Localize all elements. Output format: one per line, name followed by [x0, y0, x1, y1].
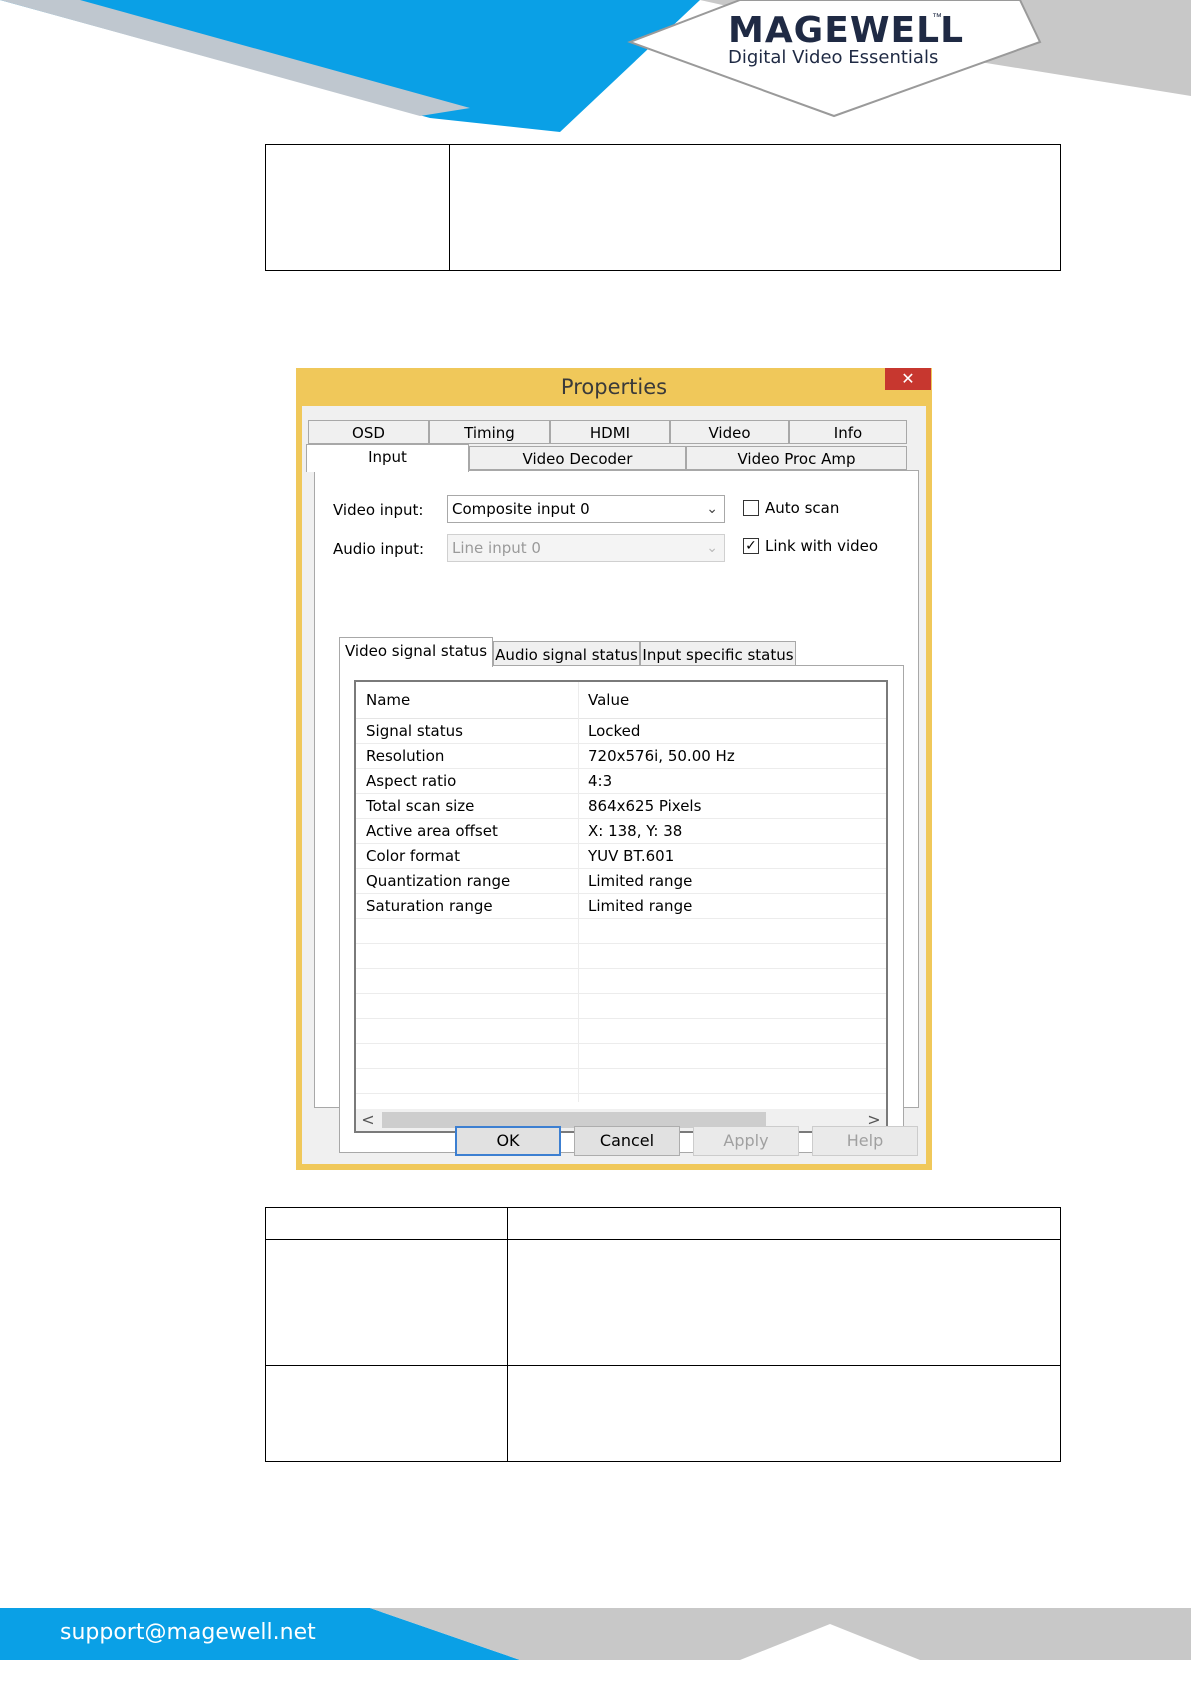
- signal-status-list[interactable]: Name Value Signal status Locked Resoluti…: [354, 680, 888, 1133]
- input-tab-panel: Video input: Composite input 0 ⌄ Audio i…: [314, 470, 919, 1153]
- table-cell: [507, 1207, 1061, 1240]
- video-input-label: Video input:: [333, 501, 424, 519]
- tab-video-decoder[interactable]: Video Decoder: [469, 446, 686, 470]
- column-header-name[interactable]: Name: [356, 682, 576, 718]
- table-row[interactable]: Resolution 720x576i, 50.00 Hz: [356, 744, 886, 769]
- audio-input-label: Audio input:: [333, 540, 425, 558]
- row-name: Total scan size: [366, 797, 475, 815]
- cancel-button[interactable]: Cancel: [574, 1126, 680, 1156]
- link-with-video-label: Link with video: [765, 537, 879, 555]
- row-name: Color format: [366, 847, 460, 865]
- brand-tagline: Digital Video Essentials: [728, 47, 939, 68]
- row-value: 720x576i, 50.00 Hz: [588, 747, 735, 765]
- properties-dialog: Properties ✕ OSD Timing HDMI Video Info …: [296, 368, 932, 1170]
- tab-info[interactable]: Info: [789, 420, 907, 444]
- empty-row: [356, 944, 886, 969]
- doc-table-bottom: [265, 1207, 1061, 1462]
- row-value: 4:3: [588, 772, 613, 790]
- link-with-video-checkbox[interactable]: ✓: [743, 538, 759, 554]
- support-email[interactable]: support@magewell.net: [60, 1620, 316, 1645]
- table-cell: [265, 1365, 508, 1462]
- brand-trademark: ™: [932, 12, 942, 23]
- apply-button: Apply: [693, 1126, 799, 1156]
- tab-video[interactable]: Video: [670, 420, 789, 444]
- tab-input-specific-status[interactable]: Input specific status: [640, 641, 796, 667]
- audio-input-value: Line input 0: [452, 539, 541, 557]
- table-row[interactable]: Color format YUV BT.601: [356, 844, 886, 869]
- list-header: Name Value: [356, 682, 886, 719]
- tab-timing[interactable]: Timing: [429, 420, 550, 444]
- tab-input[interactable]: Input: [306, 444, 469, 472]
- row-value: YUV BT.601: [588, 847, 675, 865]
- tab-video-signal-status[interactable]: Video signal status: [339, 637, 493, 667]
- table-row[interactable]: Signal status Locked: [356, 719, 886, 744]
- scroll-left-icon[interactable]: <: [358, 1109, 378, 1131]
- checkmark-icon: ✓: [745, 538, 757, 554]
- row-value: 864x625 Pixels: [588, 797, 702, 815]
- table-cell: [265, 1207, 508, 1240]
- row-name: Active area offset: [366, 822, 498, 840]
- doc-table-top: [265, 144, 1061, 271]
- auto-scan-label: Auto scan: [765, 499, 840, 517]
- tab-audio-signal-status[interactable]: Audio signal status: [493, 641, 640, 667]
- table-cell: [449, 144, 1061, 271]
- row-name: Saturation range: [366, 897, 493, 915]
- ok-button[interactable]: OK: [455, 1126, 561, 1156]
- help-button: Help: [812, 1126, 918, 1156]
- dialog-client-area: OSD Timing HDMI Video Info Input Video D…: [302, 406, 926, 1164]
- audio-input-select: Line input 0 ⌄: [447, 534, 725, 562]
- empty-row: [356, 994, 886, 1019]
- table-row[interactable]: Saturation range Limited range: [356, 894, 886, 919]
- row-name: Aspect ratio: [366, 772, 457, 790]
- header-banner: [0, 0, 1191, 132]
- close-icon: ✕: [901, 369, 915, 388]
- empty-row: [356, 1044, 886, 1069]
- video-input-select[interactable]: Composite input 0 ⌄: [447, 495, 725, 523]
- table-cell: [265, 1239, 508, 1366]
- tab-osd[interactable]: OSD: [308, 420, 429, 444]
- tab-video-proc-amp[interactable]: Video Proc Amp: [686, 446, 907, 470]
- empty-row: [356, 969, 886, 994]
- row-name: Signal status: [366, 722, 463, 740]
- row-value: X: 138, Y: 38: [588, 822, 683, 840]
- chevron-down-icon: ⌄: [706, 501, 718, 517]
- table-row[interactable]: Aspect ratio 4:3: [356, 769, 886, 794]
- close-button[interactable]: ✕: [885, 368, 931, 390]
- empty-row: [356, 1019, 886, 1044]
- row-value: Limited range: [588, 897, 693, 915]
- table-cell: [507, 1239, 1061, 1366]
- table-row[interactable]: Quantization range Limited range: [356, 869, 886, 894]
- table-cell: [265, 144, 450, 271]
- row-value: Limited range: [588, 872, 693, 890]
- table-cell: [507, 1365, 1061, 1462]
- video-signal-status-panel: Name Value Signal status Locked Resoluti…: [339, 665, 904, 1153]
- row-name: Resolution: [366, 747, 445, 765]
- column-header-value[interactable]: Value: [578, 682, 878, 718]
- chevron-down-icon: ⌄: [706, 540, 718, 556]
- table-row[interactable]: Total scan size 864x625 Pixels: [356, 794, 886, 819]
- table-row[interactable]: Active area offset X: 138, Y: 38: [356, 819, 886, 844]
- brand-logo-text: MAGEWELL: [728, 10, 965, 51]
- row-value: Locked: [588, 722, 641, 740]
- tab-hdmi[interactable]: HDMI: [550, 420, 670, 444]
- dialog-title: Properties: [560, 375, 668, 399]
- auto-scan-checkbox[interactable]: [743, 500, 759, 516]
- row-name: Quantization range: [366, 872, 511, 890]
- empty-row: [356, 919, 886, 944]
- video-input-value: Composite input 0: [452, 500, 590, 518]
- empty-row: [356, 1069, 886, 1094]
